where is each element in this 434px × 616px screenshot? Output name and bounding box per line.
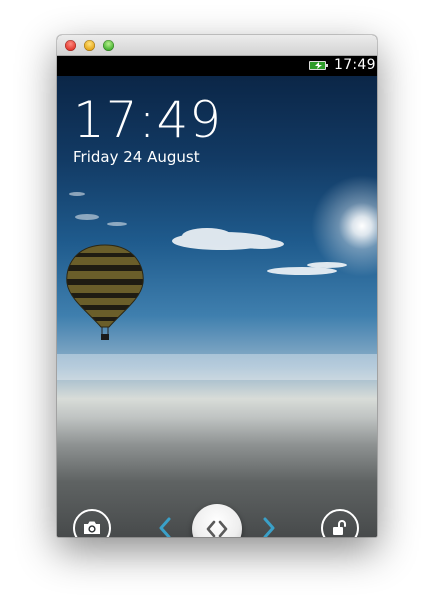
battery-charging-icon: [309, 61, 328, 70]
unlock-icon: [333, 520, 346, 535]
unlock-slider-handle[interactable]: [192, 504, 242, 537]
lock-time: 17:49: [73, 91, 223, 149]
lock-date: Friday 24 August: [73, 148, 200, 166]
close-button[interactable]: [65, 40, 76, 51]
title-bar: [57, 35, 377, 56]
lock-screen: 17:49 Friday 24 August: [57, 76, 377, 537]
chevrons-left-right-icon: [206, 520, 228, 537]
device-window: 17:49 17:49 Friday 24 August: [57, 35, 377, 537]
right-arrow-icon: [263, 517, 275, 537]
hot-air-balloon: [66, 244, 144, 340]
camera-button[interactable]: [73, 509, 111, 537]
zoom-button[interactable]: [103, 40, 114, 51]
left-arrow-icon: [159, 517, 171, 537]
status-bar: 17:49: [57, 56, 377, 76]
camera-icon: [84, 521, 100, 534]
status-time: 17:49: [334, 57, 376, 73]
lock-controls: [57, 461, 377, 537]
unlock-button[interactable]: [321, 509, 359, 537]
minimize-button[interactable]: [84, 40, 95, 51]
